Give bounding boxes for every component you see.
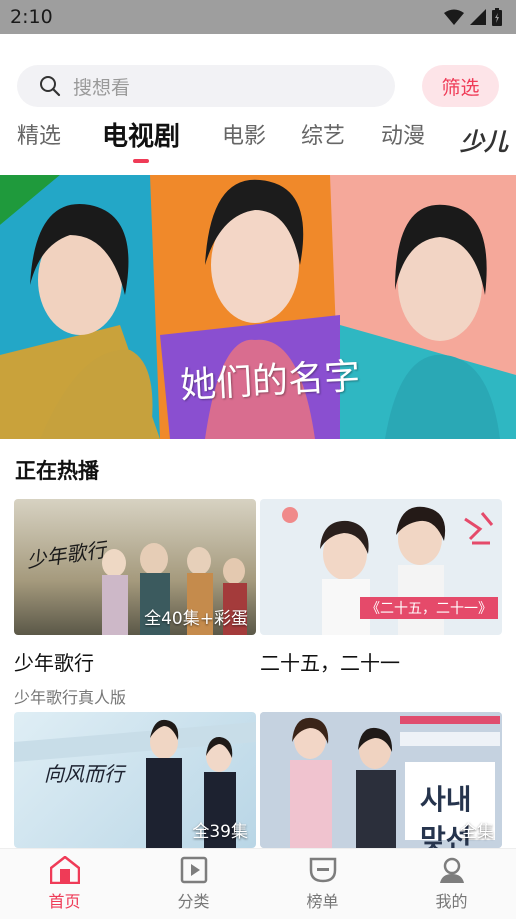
nav-label: 我的 (435, 892, 468, 911)
signal-icon (470, 9, 486, 25)
card-thumbnail: 向风而行 全39集 (14, 712, 256, 848)
episode-badge: 全39集 (192, 822, 248, 842)
card-thumbnail: 少年歌行 全40集+彩蛋 (14, 499, 256, 635)
wifi-icon (444, 9, 464, 25)
search-row: 搜想看 筛选 (17, 65, 499, 107)
banner-title: 她们的名字 (179, 356, 362, 407)
nav-category[interactable]: 分类 (154, 856, 234, 912)
episode-badge: 全40集+彩蛋 (144, 609, 248, 629)
section-title: 正在热播 (15, 459, 99, 483)
play-box-icon (180, 856, 207, 884)
nav-rankings[interactable]: 榜单 (283, 856, 363, 912)
video-card[interactable]: 向风而行 全39集 (14, 712, 256, 848)
tab-tv-series[interactable]: 电视剧 (102, 118, 180, 163)
nav-home[interactable]: 首页 (25, 856, 105, 912)
card-title: 少年歌行 (14, 651, 94, 675)
video-card[interactable]: 사내 맞선 全集 (260, 712, 502, 848)
tab-movies[interactable]: 电影 (222, 118, 266, 150)
battery-icon (492, 8, 502, 26)
status-time: 2:10 (10, 6, 53, 28)
profile-icon (439, 857, 464, 883)
nav-label: 榜单 (306, 892, 339, 911)
search-placeholder: 搜想看 (73, 76, 131, 99)
tab-active-indicator (133, 159, 149, 163)
nav-label: 分类 (177, 892, 210, 911)
status-bar: 2:10 (0, 0, 516, 34)
category-tabs: 精选 电视剧 电影 综艺 动漫 少儿 (0, 118, 516, 168)
nav-label: 首页 (48, 892, 81, 911)
video-card[interactable]: 少年歌行 全40集+彩蛋 少年歌行 少年歌行真人版 (14, 499, 256, 708)
rank-icon (309, 857, 336, 883)
tab-variety[interactable]: 综艺 (301, 118, 345, 150)
card-thumbnail: 《二十五，二十一》 (260, 499, 502, 635)
card-thumbnail: 사내 맞선 全集 (260, 712, 502, 848)
card-subtitle: 少年歌行真人版 (14, 688, 127, 707)
poster-logo: 向风而行 (44, 762, 124, 786)
nav-profile[interactable]: 我的 (412, 856, 492, 912)
filter-button[interactable]: 筛选 (422, 65, 499, 107)
episode-badge: 全集 (460, 822, 494, 842)
video-card[interactable]: 《二十五，二十一》 二十五，二十一 (260, 499, 502, 676)
home-icon (49, 856, 80, 884)
poster-logo: 《二十五，二十一》 (360, 597, 498, 619)
search-icon (40, 76, 61, 97)
tab-kids[interactable]: 少儿 (460, 122, 508, 157)
status-icons (444, 8, 502, 26)
bottom-navigation: 首页 分类 榜单 我的 (0, 848, 516, 919)
search-input[interactable]: 搜想看 (17, 65, 395, 107)
tab-featured[interactable]: 精选 (17, 118, 61, 150)
tab-anime[interactable]: 动漫 (381, 118, 425, 150)
card-title: 二十五，二十一 (260, 651, 400, 675)
